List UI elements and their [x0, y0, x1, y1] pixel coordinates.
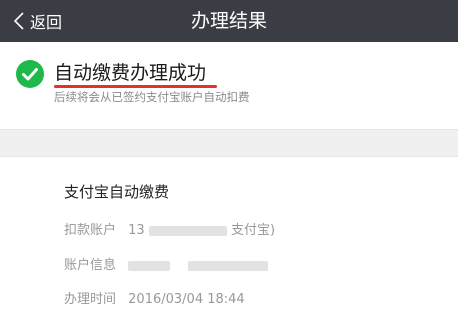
redacted-block: [148, 225, 227, 236]
detail-row-info: 账户信息: [64, 254, 269, 274]
detail-row-time: 办理时间 2016/03/04 18:44: [64, 288, 245, 308]
row-value: [128, 258, 269, 273]
detail-title: 支付宝自动缴费: [64, 183, 170, 201]
account-suffix: 支付宝): [230, 223, 276, 238]
page-title: 办理结果: [190, 10, 267, 32]
row-value: 13 支付宝): [128, 223, 275, 238]
detail-row-account: 扣款账户 13 支付宝): [64, 219, 275, 239]
row-label: 账户信息: [64, 258, 117, 273]
status-subtitle: 后续将会从已签约支付宝账户自动扣费: [54, 90, 250, 104]
account-prefix: 13: [128, 223, 145, 238]
result-status: 自动缴费办理成功 后续将会从已签约支付宝账户自动扣费: [0, 42, 458, 129]
row-label: 扣款账户: [64, 223, 117, 238]
redacted-block: [188, 260, 269, 271]
check-circle-icon: [16, 60, 44, 88]
redacted-block: [128, 260, 171, 271]
title-underline: [54, 85, 217, 88]
row-value: 2016/03/04 18:44: [128, 292, 245, 307]
row-label: 办理时间: [64, 292, 117, 307]
detail-card: 支付宝自动缴费 扣款账户 13 支付宝) 账户信息 办理时间 2016/03/0…: [0, 157, 458, 323]
section-divider: [0, 129, 458, 157]
top-navbar: 返回 办理结果: [0, 0, 458, 42]
status-title: 自动缴费办理成功: [54, 62, 207, 84]
